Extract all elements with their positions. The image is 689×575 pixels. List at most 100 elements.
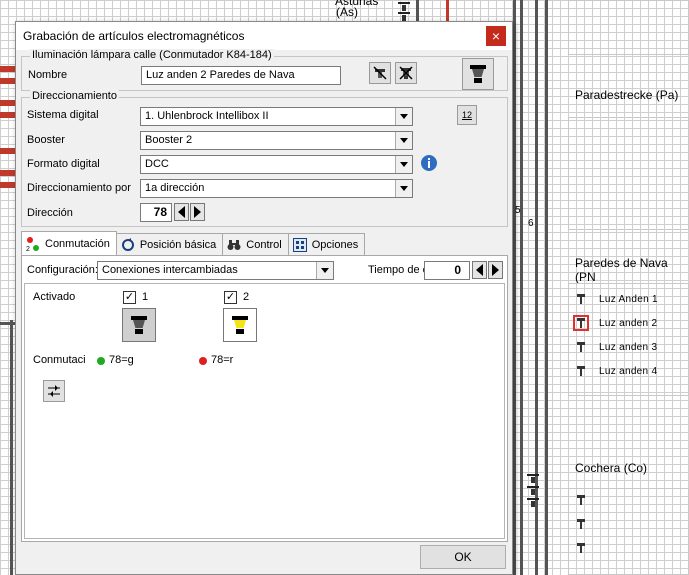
track-segment-red[interactable] (0, 66, 16, 72)
booster-select[interactable]: Booster 2 (140, 131, 413, 150)
track-top-red[interactable] (446, 0, 449, 21)
switch-time-label: Tiempo de c (368, 264, 424, 276)
address-input[interactable]: 78 (140, 203, 172, 222)
lamp-symbol-button[interactable] (462, 58, 494, 90)
svg-text:2: 2 (26, 246, 30, 251)
track-vertical-1[interactable] (513, 0, 516, 575)
street-lamp-on-icon (229, 314, 251, 336)
tab-switching[interactable]: 2 Conmutación (21, 231, 117, 255)
lamp-list-item-4[interactable]: Luz anden 4 (575, 362, 689, 380)
street-lamp-icon[interactable] (575, 542, 587, 554)
turnout-icon[interactable] (527, 486, 539, 496)
switch-lights-icon: 2 (26, 236, 40, 253)
digital-format-label: Formato digital (27, 158, 100, 170)
street-lamp-icon[interactable] (575, 518, 587, 530)
addressing-by-select[interactable]: 1a dirección (140, 179, 413, 198)
chevron-down-icon[interactable] (395, 132, 412, 149)
section-title-paradestrecke: Paradestrecke (Pa) (575, 88, 679, 102)
chevron-down-icon[interactable] (395, 156, 412, 173)
track-vertical-4[interactable] (545, 0, 548, 575)
lamp-list-item-3[interactable]: Luz anden 3 (575, 338, 689, 356)
addressing-by-value: 1a dirección (145, 182, 205, 194)
digital-system-value: 1. Uhlenbrock Intellibox II (145, 110, 269, 122)
street-lamp-icon (467, 63, 489, 85)
chevron-down-icon[interactable] (316, 262, 333, 279)
state-1-lamp-button[interactable] (122, 308, 156, 342)
address-label: Dirección (27, 207, 73, 219)
sliders-icon (48, 385, 60, 397)
tab-label: Opciones (311, 238, 359, 251)
tab-panel-switching: Configuración: Conexiones intercambiadas… (21, 255, 508, 542)
turnout-icon[interactable] (527, 474, 539, 484)
state-2-lamp-button[interactable] (223, 308, 257, 342)
tab-basic-position[interactable]: Posición básica (115, 233, 224, 255)
address-assign-button[interactable]: 12 (457, 105, 477, 125)
symbol-button-crossed-2[interactable] (395, 62, 417, 84)
track-segment-red[interactable] (0, 78, 16, 84)
configuration-label: Configuración: (27, 264, 98, 276)
track-number-6: 6 (528, 218, 534, 229)
switch-time-increment-button[interactable] (488, 261, 503, 279)
section-title-cochera: Cochera (Co) (575, 461, 648, 475)
symbol-button-crossed-1[interactable] (369, 62, 391, 84)
tab-label: Control (246, 238, 282, 251)
switch-time-decrement-button[interactable] (472, 261, 487, 279)
tab-label: Conmutación (45, 237, 110, 250)
switch-time-input[interactable]: 0 (424, 261, 470, 280)
tab-control[interactable]: Control (222, 233, 289, 255)
group-lamp-title: Iluminación lámpara calle (Conmutador K8… (30, 49, 274, 61)
dialog-titlebar[interactable]: Grabación de artículos electromagnéticos (16, 22, 512, 50)
state-2-checkbox[interactable]: ✓ (224, 291, 237, 304)
configuration-value: Conexiones intercambiadas (102, 264, 238, 276)
track-vertical-2[interactable] (520, 0, 523, 575)
street-lamp-icon (575, 341, 587, 353)
lamp-list-item-2[interactable]: Luz anden 2 (573, 314, 689, 332)
track-left-horizontal[interactable] (0, 322, 15, 325)
panel-paradestrecke (568, 117, 689, 230)
lamp-item-label: Luz anden 3 (599, 341, 658, 353)
booster-label: Booster (27, 134, 65, 146)
chevron-down-icon[interactable] (395, 180, 412, 197)
arrow-left-icon (178, 206, 185, 218)
lamp-list-item-1[interactable]: Luz Anden 1 (575, 290, 689, 308)
name-input[interactable]: Luz anden 2 Paredes de Nava (141, 66, 341, 85)
track-segment-red[interactable] (0, 170, 16, 176)
street-lamp-icon (575, 293, 587, 305)
group-lamp: Iluminación lámpara calle (Conmutador K8… (21, 49, 508, 91)
digital-system-select[interactable]: 1. Uhlenbrock Intellibox II (140, 107, 413, 126)
state-2-number: 2 (243, 291, 250, 303)
tab-strip: 2 Conmutación Posición básica Control Op… (21, 231, 366, 255)
turnout-icon[interactable] (398, 2, 410, 12)
activated-label: Activado (33, 291, 76, 303)
tab-options[interactable]: Opciones (287, 233, 366, 255)
section-title-paredes: Paredes de Nava (PN (575, 256, 668, 284)
tab-label: Posición básica (139, 238, 217, 251)
address-increment-button[interactable] (190, 203, 205, 221)
street-lamp-icon[interactable] (575, 494, 587, 506)
panel-top (568, 0, 689, 55)
track-top-1[interactable] (416, 0, 419, 21)
track-segment-red[interactable] (0, 182, 16, 188)
track-segment-red[interactable] (0, 100, 16, 106)
state-2-address: 78=r (211, 354, 234, 366)
info-button[interactable] (419, 153, 439, 173)
magnetic-article-dialog: Grabación de artículos electromagnéticos… (15, 21, 513, 575)
track-segment-red[interactable] (0, 148, 16, 154)
addressing-by-label: Direccionamiento por (27, 182, 131, 194)
arrow-right-icon (194, 206, 201, 218)
track-left-vertical[interactable] (10, 320, 13, 575)
green-status-dot (97, 357, 105, 365)
digital-format-select[interactable]: DCC (140, 155, 413, 174)
street-lamp-icon-selected (573, 315, 589, 331)
state-1-checkbox[interactable]: ✓ (123, 291, 136, 304)
address-decrement-button[interactable] (174, 203, 189, 221)
chevron-down-icon[interactable] (395, 108, 412, 125)
street-lamp-icon (575, 365, 587, 377)
turnout-icon[interactable] (527, 498, 539, 508)
track-segment-red[interactable] (0, 112, 16, 118)
no-lamp-icon (399, 66, 413, 80)
close-button[interactable]: × (486, 26, 506, 46)
configuration-select[interactable]: Conexiones intercambiadas (97, 261, 334, 280)
adjust-settings-button[interactable] (43, 380, 65, 402)
ok-button[interactable]: OK (420, 545, 506, 569)
